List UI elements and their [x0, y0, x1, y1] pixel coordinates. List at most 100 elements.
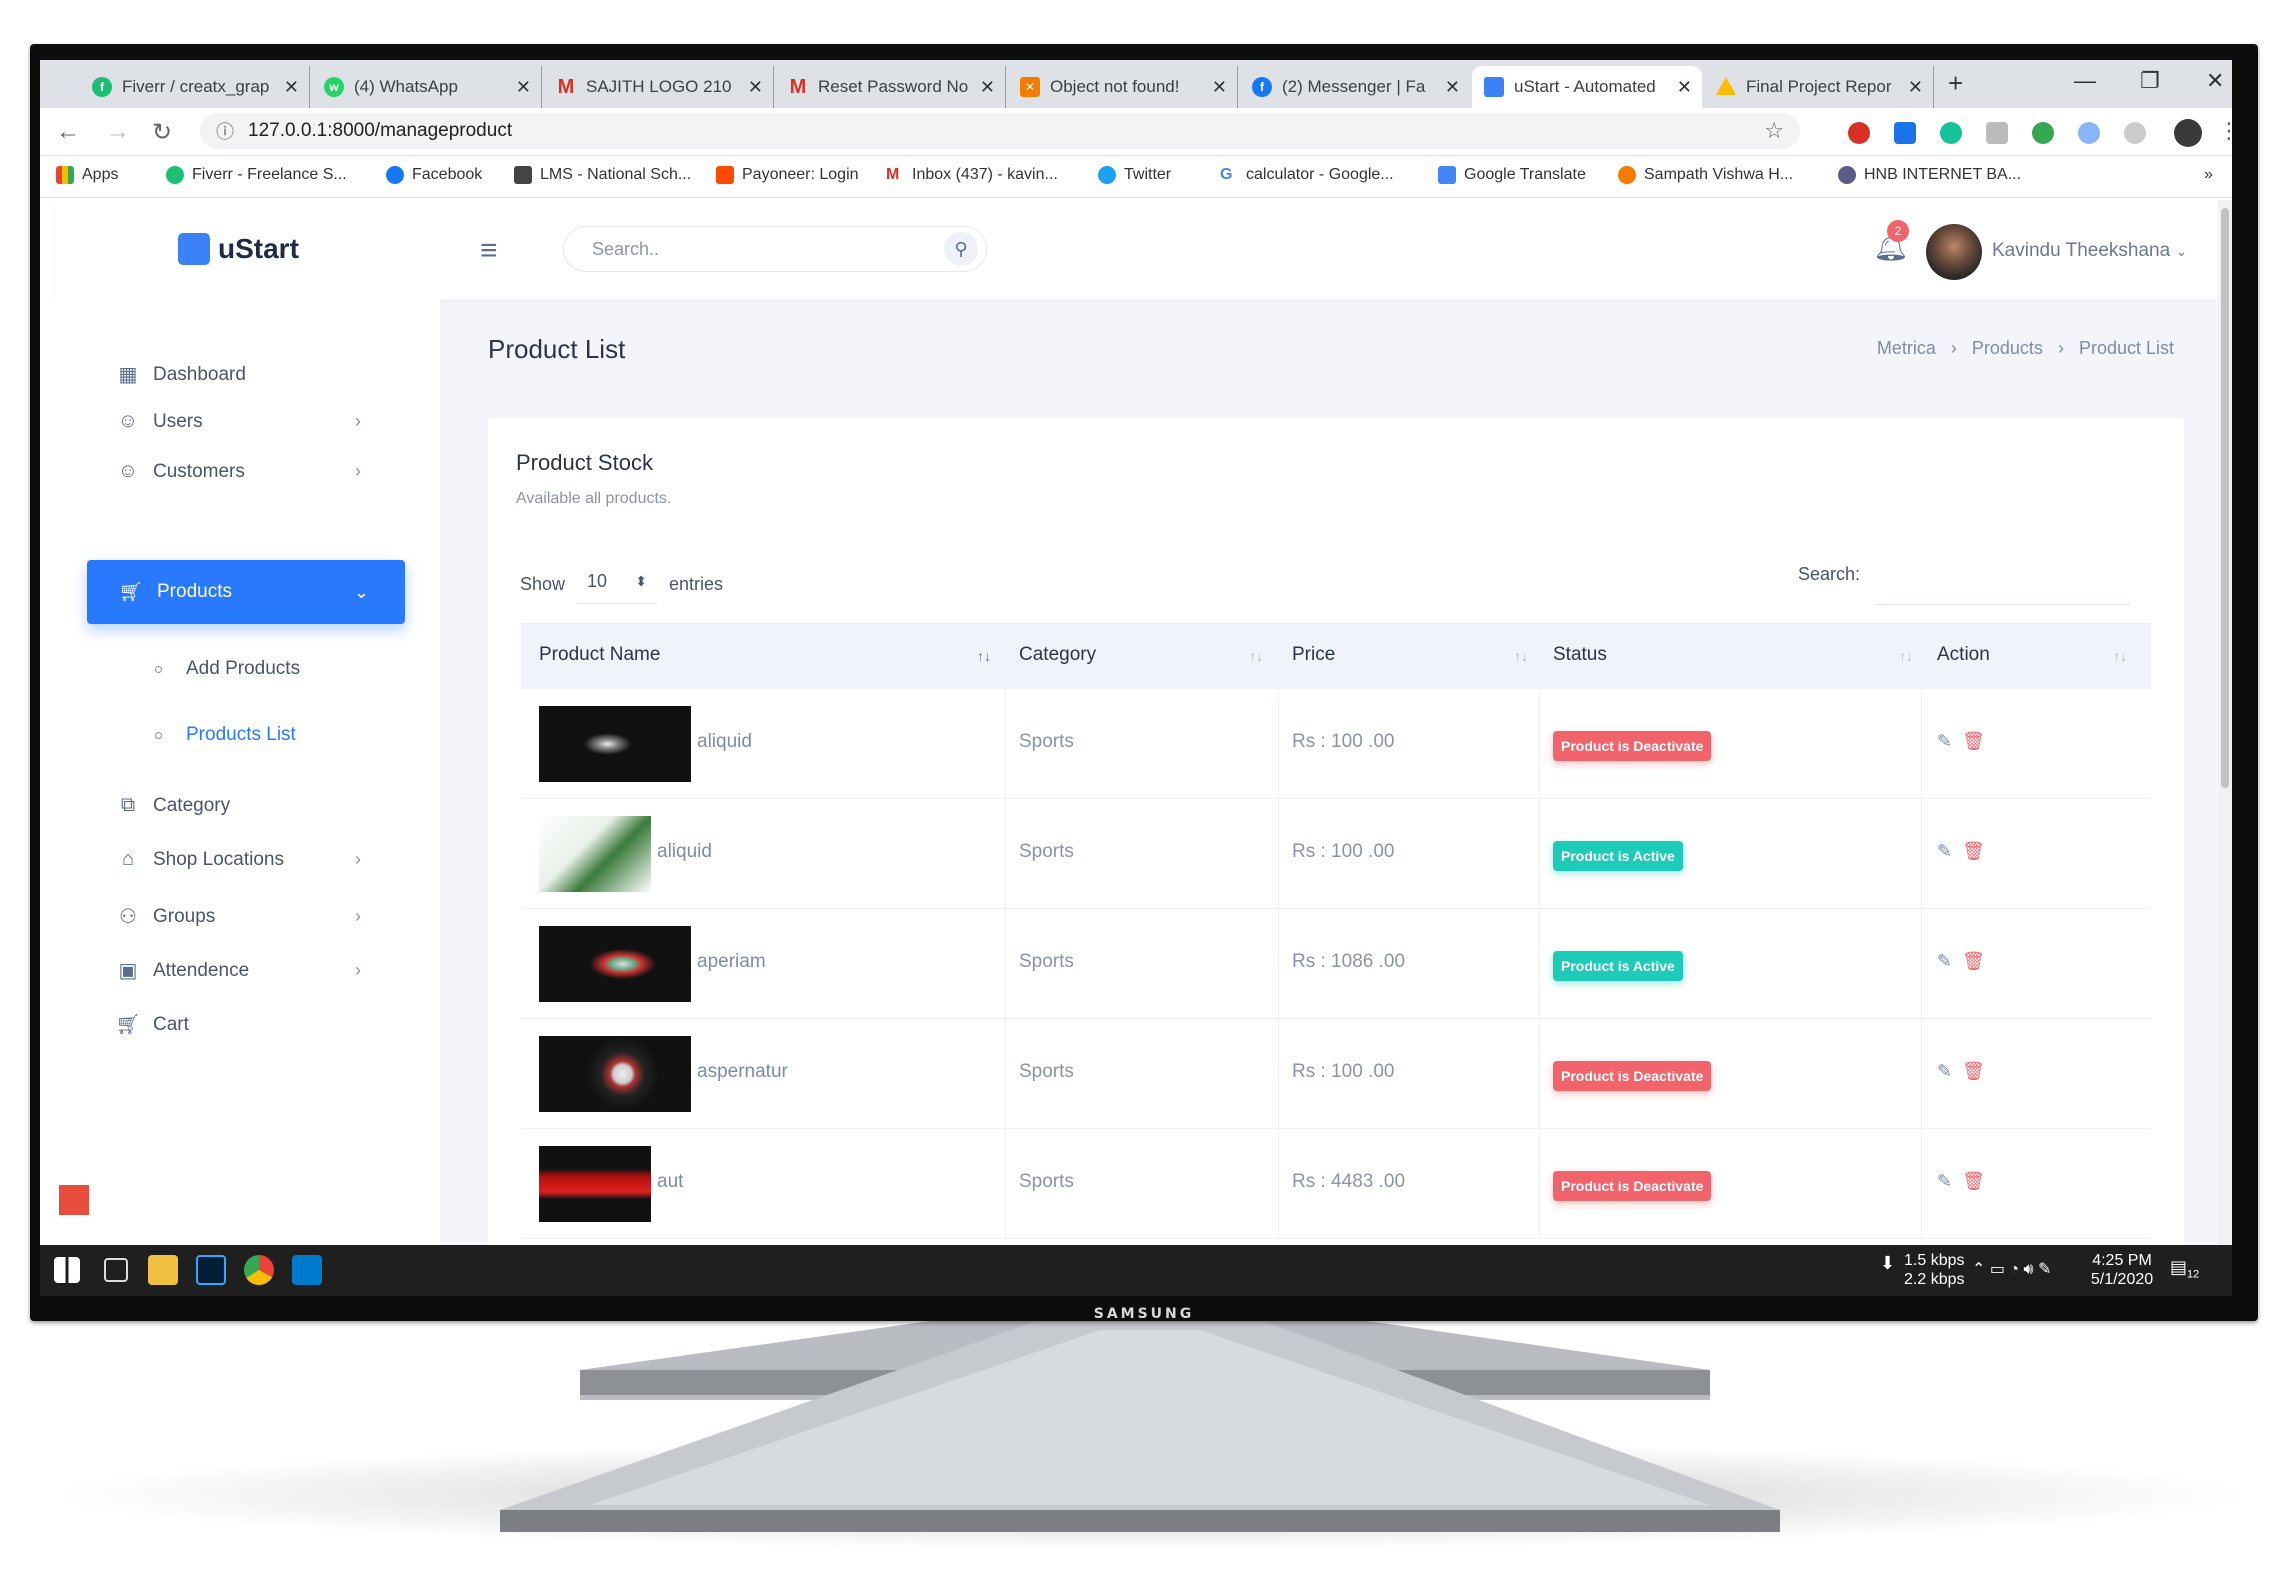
scrollbar-thumb[interactable]: [2221, 208, 2229, 788]
user-menu[interactable]: Kavindu Theekshana ⌄: [1992, 240, 2187, 262]
sidebar-item-cart[interactable]: 🛒︎ Cart: [115, 1012, 189, 1037]
tab-gmail-reset[interactable]: M Reset Password No ✕: [776, 66, 1006, 108]
bookmark-apps[interactable]: Apps: [56, 166, 118, 184]
more-bookmarks-icon[interactable]: »: [2204, 166, 2213, 184]
grammarly-icon[interactable]: [1940, 122, 1962, 144]
trash-icon[interactable]: 🗑︎: [1962, 951, 1985, 971]
sidebar-item-shop-locations[interactable]: ⌂ Shop Locations ›: [115, 848, 375, 871]
clock[interactable]: 4:25 PM 5/1/2020: [2082, 1251, 2162, 1289]
floating-app-icon[interactable]: [59, 1185, 89, 1215]
sidebar-item-category[interactable]: ⧉ Category: [115, 794, 230, 817]
close-tab-icon[interactable]: ✕: [748, 77, 763, 98]
edit-icon[interactable]: ✎: [1937, 1061, 1952, 1081]
edit-icon[interactable]: ✎: [1937, 1171, 1952, 1191]
tab-xampp[interactable]: ✕ Object not found! ✕: [1008, 66, 1238, 108]
close-tab-icon[interactable]: ✕: [284, 77, 299, 98]
close-tab-icon[interactable]: ✕: [1908, 77, 1923, 98]
bookmark-calculator[interactable]: Gcalculator - Google...: [1220, 166, 1394, 184]
column-header-category[interactable]: Category: [1019, 644, 1096, 666]
url-field[interactable]: ⓘ 127.0.0.1:8000/manageproduct ☆: [200, 113, 1800, 149]
extension-icon[interactable]: [2032, 122, 2054, 144]
adblock-icon[interactable]: [1848, 122, 1870, 144]
extension-icon[interactable]: [1986, 122, 2008, 144]
column-header-action[interactable]: Action: [1937, 644, 1990, 666]
column-header-status[interactable]: Status: [1553, 644, 1607, 666]
sidebar-subitem-products-list[interactable]: Products List: [155, 724, 296, 746]
sort-icon[interactable]: ↑↓: [2113, 648, 2127, 664]
tab-whatsapp[interactable]: w (4) WhatsApp ✕: [312, 66, 542, 108]
sort-icon[interactable]: ↑↓: [1514, 648, 1528, 664]
trash-icon[interactable]: 🗑︎: [1962, 1171, 1985, 1191]
bookmark-lms[interactable]: LMS - National Sch...: [514, 166, 691, 184]
bookmark-inbox[interactable]: M Inbox (437) - kavin...: [886, 166, 1058, 184]
table-search-input[interactable]: [1876, 604, 2130, 605]
sidebar-item-users[interactable]: ☺ Users ›: [115, 410, 375, 433]
sort-icon[interactable]: ↑↓: [1249, 648, 1263, 664]
forward-icon[interactable]: →: [106, 118, 130, 146]
breadcrumb-item[interactable]: Products: [1972, 338, 2043, 358]
tab-drive[interactable]: Final Project Repor ✕: [1704, 66, 1934, 108]
sidebar-item-dashboard[interactable]: ▦ Dashboard: [115, 362, 246, 387]
close-tab-icon[interactable]: ✕: [1677, 77, 1692, 98]
sort-icon[interactable]: ↑↓: [1899, 648, 1913, 664]
close-tab-icon[interactable]: ✕: [1445, 77, 1460, 98]
user-avatar[interactable]: [1926, 224, 1982, 280]
task-view-icon[interactable]: [104, 1258, 128, 1282]
search-input[interactable]: Search.. ⚲: [563, 226, 987, 272]
sidebar-item-products[interactable]: 🛒︎ Products ⌄: [87, 560, 405, 624]
action-center-icon[interactable]: ▤12: [2170, 1257, 2199, 1281]
notification-bell-icon[interactable]: 🔔︎ 2: [1873, 220, 1909, 263]
sidebar-item-groups[interactable]: ⚇ Groups ›: [115, 904, 375, 929]
extension-icon[interactable]: [2078, 122, 2100, 144]
bookmark-facebook[interactable]: Facebook: [386, 166, 482, 184]
extension-icon[interactable]: [1894, 122, 1916, 144]
breadcrumb-item[interactable]: Metrica: [1877, 338, 1936, 358]
search-icon[interactable]: ⚲: [944, 232, 978, 266]
trash-icon[interactable]: 🗑︎: [1962, 1061, 1985, 1081]
close-window-icon[interactable]: ✕: [2206, 68, 2224, 94]
trash-icon[interactable]: 🗑︎: [1962, 731, 1985, 751]
tab-gmail-sajith[interactable]: M SAJITH LOGO 210 ✕: [544, 66, 774, 108]
tab-ustart[interactable]: uStart - Automated ✕: [1472, 66, 1702, 108]
close-tab-icon[interactable]: ✕: [1212, 77, 1227, 98]
bookmark-hnb[interactable]: HNB INTERNET BA...: [1838, 166, 2021, 184]
bookmark-sampath[interactable]: Sampath Vishwa H...: [1618, 166, 1793, 184]
tab-fiverr[interactable]: f Fiverr / creatx_grap ✕: [80, 66, 310, 108]
sort-asc-icon[interactable]: ↑↓: [977, 648, 991, 664]
edit-icon[interactable]: ✎: [1937, 841, 1952, 861]
edit-icon[interactable]: ✎: [1937, 951, 1952, 971]
file-explorer-icon[interactable]: [148, 1255, 178, 1285]
back-icon[interactable]: ←: [56, 118, 80, 146]
minimize-icon[interactable]: —: [2074, 68, 2096, 94]
menu-toggle-icon[interactable]: ≡: [480, 234, 498, 268]
tab-messenger[interactable]: f (2) Messenger | Fa ✕: [1240, 66, 1470, 108]
chrome-icon[interactable]: [244, 1255, 274, 1285]
profile-avatar[interactable]: [2174, 119, 2202, 147]
entries-select[interactable]: 10 ⬍: [577, 564, 658, 604]
photoshop-icon[interactable]: [196, 1255, 226, 1285]
close-tab-icon[interactable]: ✕: [980, 77, 995, 98]
star-icon[interactable]: ☆: [1764, 118, 1784, 144]
bookmark-twitter[interactable]: Twitter: [1098, 166, 1171, 184]
sidebar-item-attendence[interactable]: ▣ Attendence ›: [115, 958, 375, 983]
vscode-icon[interactable]: [292, 1255, 322, 1285]
tray-icons[interactable]: ⌃ ▭ ◔ 🔊︎ ✎: [1972, 1259, 2051, 1279]
page-scrollbar[interactable]: [2218, 200, 2232, 1245]
maximize-icon[interactable]: ❐: [2140, 68, 2160, 94]
brand-logo[interactable]: uStart: [178, 233, 299, 265]
column-header-price[interactable]: Price: [1292, 644, 1335, 666]
trash-icon[interactable]: 🗑︎: [1962, 841, 1985, 861]
bookmark-fiverr[interactable]: Fiverr - Freelance S...: [166, 166, 347, 184]
extension-icon[interactable]: [2124, 122, 2146, 144]
close-tab-icon[interactable]: ✕: [516, 77, 531, 98]
edit-icon[interactable]: ✎: [1937, 731, 1952, 751]
sidebar-subitem-add-products[interactable]: Add Products: [155, 658, 300, 680]
reload-icon[interactable]: ↻: [152, 118, 172, 147]
new-tab-icon[interactable]: +: [1948, 68, 1963, 99]
column-header-product-name[interactable]: Product Name: [539, 644, 660, 666]
windows-start-icon[interactable]: [54, 1257, 80, 1283]
sidebar-item-customers[interactable]: ☺ Customers ›: [115, 460, 375, 483]
bookmark-translate[interactable]: Google Translate: [1438, 166, 1586, 184]
bookmark-payoneer[interactable]: Payoneer: Login: [716, 166, 859, 184]
menu-dots-icon[interactable]: ⋮: [2218, 118, 2232, 144]
